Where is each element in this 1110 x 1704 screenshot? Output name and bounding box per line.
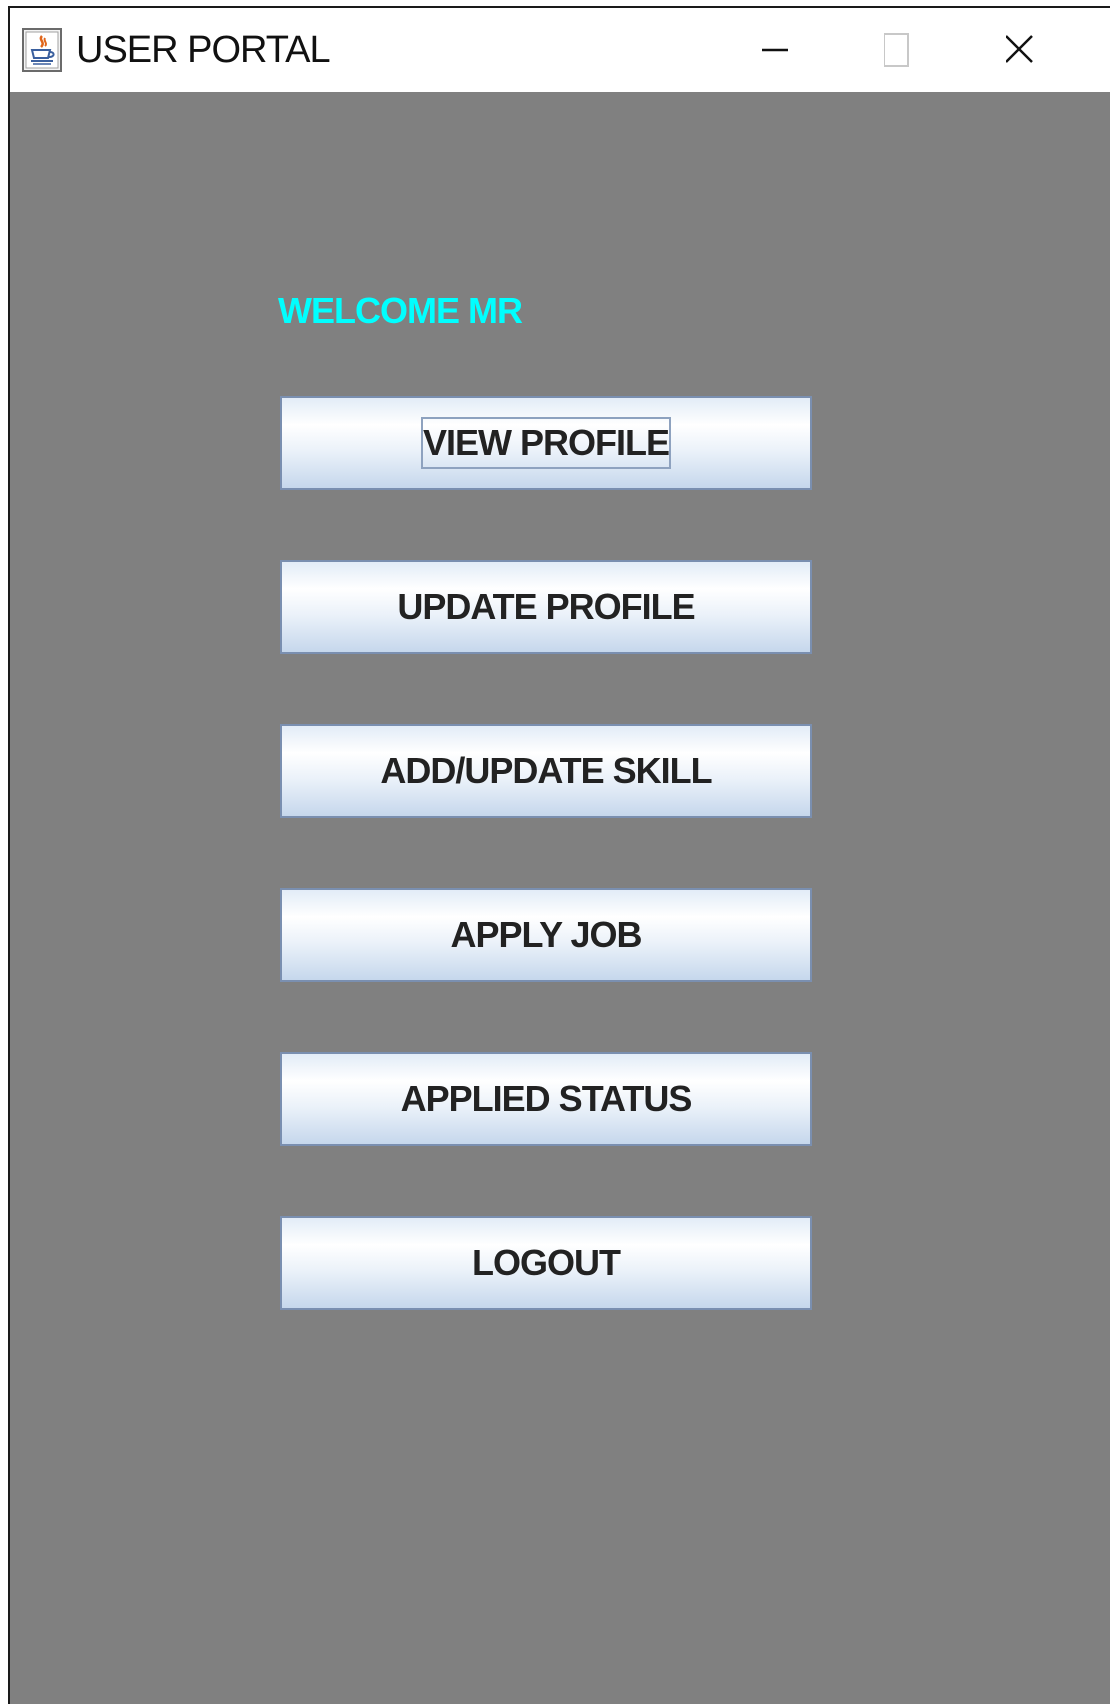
update-profile-button[interactable]: UPDATE PROFILE: [280, 560, 812, 654]
update-profile-label: UPDATE PROFILE: [397, 586, 695, 627]
view-profile-label: VIEW PROFILE: [420, 417, 671, 469]
close-button[interactable]: [1006, 8, 1110, 92]
user-portal-window: USER PORTAL WELCOME MR VIEW PROFILE UPDA…: [8, 6, 1110, 1704]
java-coffee-icon[interactable]: [22, 28, 62, 72]
add-update-skill-button[interactable]: ADD/UPDATE SKILL: [280, 724, 812, 818]
minimize-icon: [762, 48, 788, 52]
applied-status-button[interactable]: APPLIED STATUS: [280, 1052, 812, 1146]
close-icon: [1006, 35, 1033, 63]
logout-label: LOGOUT: [472, 1242, 621, 1283]
logout-button[interactable]: LOGOUT: [280, 1216, 812, 1310]
add-update-skill-label: ADD/UPDATE SKILL: [380, 750, 712, 791]
welcome-label: WELCOME MR: [278, 290, 523, 331]
window-title: USER PORTAL: [76, 29, 331, 71]
apply-job-button[interactable]: APPLY JOB: [280, 888, 812, 982]
apply-job-label: APPLY JOB: [450, 914, 642, 955]
maximize-button[interactable]: [884, 8, 1004, 92]
minimize-button[interactable]: [762, 8, 882, 92]
main-panel: WELCOME MR VIEW PROFILE UPDATE PROFILE A…: [10, 92, 1110, 1704]
title-bar[interactable]: USER PORTAL: [10, 8, 1110, 92]
applied-status-label: APPLIED STATUS: [400, 1078, 693, 1119]
view-profile-button[interactable]: VIEW PROFILE: [280, 396, 812, 490]
maximize-icon: [884, 33, 909, 67]
